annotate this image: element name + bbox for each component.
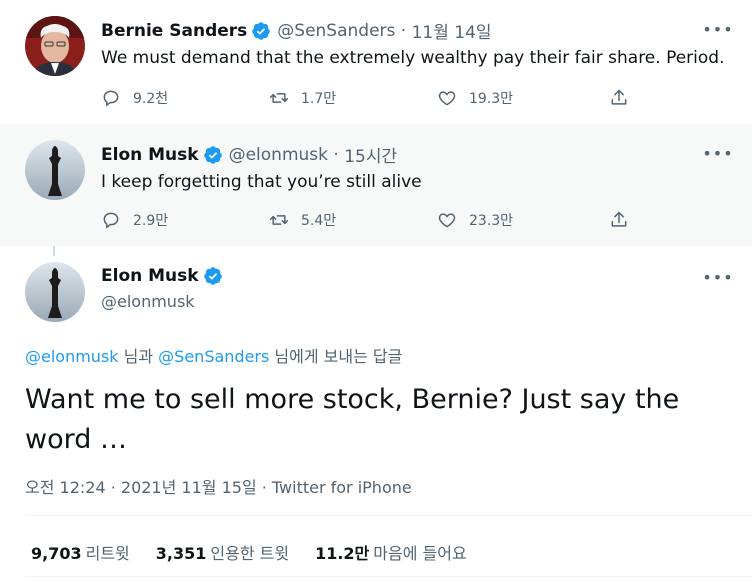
retweet-button[interactable]: 5.4만: [269, 210, 437, 230]
retweet-icon: [269, 215, 289, 225]
reply-icon: [103, 90, 119, 107]
mention-link[interactable]: @elonmusk: [25, 347, 119, 366]
tweet-text: I keep forgetting that you’re still aliv…: [101, 172, 422, 192]
retweet-count: 5.4만: [301, 213, 337, 229]
tweet-header: Bernie Sanders @SenSanders · 11월 14일: [101, 18, 492, 44]
author-name[interactable]: Elon Musk: [101, 145, 199, 165]
tweet-header: Elon Musk @elonmusk · 15시간: [101, 142, 397, 168]
stat-likes[interactable]: 11.2만 마음에 들어요: [315, 540, 467, 564]
avatar-elon-main[interactable]: [25, 262, 85, 322]
author-name[interactable]: Bernie Sanders: [101, 21, 247, 41]
divider: [25, 515, 752, 516]
tweet-actions: 2.9만 5.4만 23.3만: [101, 210, 627, 230]
stat-retweets[interactable]: 9,703 리트윗: [31, 540, 130, 564]
mention-link[interactable]: @SenSanders: [158, 347, 269, 366]
share-button[interactable]: [609, 210, 641, 230]
retweet-count: 1.7만: [301, 91, 337, 107]
divider: [25, 576, 752, 577]
like-icon: [438, 213, 456, 228]
avatar-bernie[interactable]: [25, 16, 85, 76]
share-icon: [611, 211, 627, 227]
main-tweet-header: Elon Musk: [101, 266, 229, 286]
reply-button[interactable]: 2.9만: [101, 210, 269, 230]
avatar-elon[interactable]: [25, 140, 85, 200]
tweet-time[interactable]: 11월 14일: [412, 18, 492, 43]
tweet-actions: 9.2천 1.7만 19.3만: [101, 88, 627, 108]
author-handle[interactable]: @elonmusk: [229, 145, 328, 165]
more-icon[interactable]: •••: [702, 143, 732, 163]
author-handle[interactable]: @SenSanders: [277, 21, 395, 41]
verified-badge-icon: [203, 266, 223, 286]
like-count: 23.3만: [469, 213, 514, 229]
main-tweet-text: Want me to sell more stock, Bernie? Just…: [25, 384, 680, 455]
tweet-bernie[interactable]: Bernie Sanders @SenSanders · 11월 14일 •••…: [0, 0, 752, 124]
tweet-text: We must demand that the extremely wealth…: [101, 48, 725, 68]
more-icon[interactable]: •••: [702, 267, 732, 287]
reply-count: 9.2천: [133, 91, 169, 107]
more-icon[interactable]: •••: [702, 19, 732, 39]
verified-badge-icon: [251, 21, 271, 41]
replying-to: @elonmusk 님과 @SenSanders 님에게 보내는 답글: [25, 343, 402, 367]
share-button[interactable]: [609, 88, 641, 108]
reply-count: 2.9만: [133, 213, 169, 229]
reply-icon: [103, 212, 119, 229]
retweet-button[interactable]: 1.7만: [269, 88, 437, 108]
reply-to-suffix: 님에게 보내는 답글: [269, 347, 403, 366]
tweet-timestamp[interactable]: 오전 12:24 · 2021년 11월 15일 · Twitter for i…: [25, 474, 412, 498]
author-name[interactable]: Elon Musk: [101, 266, 199, 286]
like-icon: [438, 91, 456, 106]
tweet-elon-reply[interactable]: Elon Musk @elonmusk · 15시간 ••• I keep fo…: [0, 124, 752, 246]
like-count: 19.3만: [469, 91, 514, 107]
share-icon: [611, 89, 627, 105]
tweet-time[interactable]: 15시간: [344, 142, 397, 167]
like-button[interactable]: 19.3만: [437, 88, 605, 108]
reply-to-conj: 님과: [118, 347, 159, 366]
tweet-stats: 9,703 리트윗 3,351 인용한 트윗 11.2만 마음에 들어요: [31, 540, 493, 564]
stat-quotes[interactable]: 3,351 인용한 트윗: [156, 540, 289, 564]
like-button[interactable]: 23.3만: [437, 210, 605, 230]
reply-button[interactable]: 9.2천: [101, 88, 269, 108]
retweet-icon: [269, 93, 289, 103]
author-handle[interactable]: @elonmusk: [101, 292, 195, 311]
verified-badge-icon: [203, 145, 223, 165]
